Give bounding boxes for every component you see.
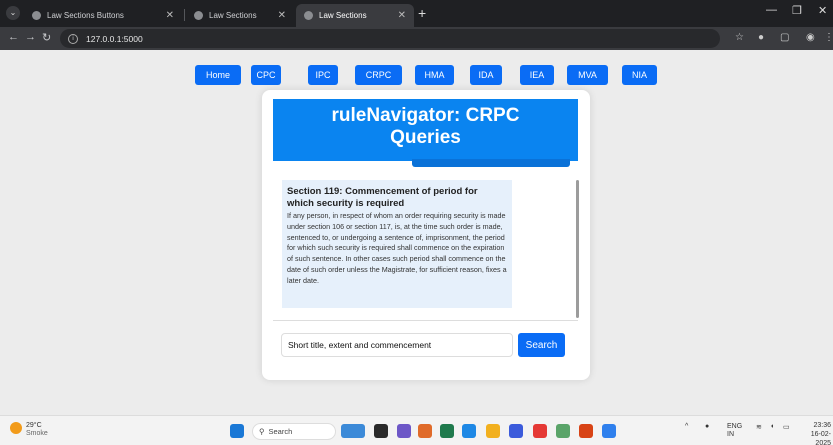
address-bar-row: ← → ↻ i 127.0.0.1:5000 ☆ ● ▢ ◉ ⋮ bbox=[0, 27, 833, 50]
bookmark-star-icon[interactable]: ☆ bbox=[735, 32, 744, 43]
windows-start-icon[interactable] bbox=[230, 424, 244, 438]
profile-icon[interactable]: ◉ bbox=[806, 32, 815, 43]
extension-icon[interactable]: ● bbox=[758, 32, 764, 43]
tab-title: Law Sections bbox=[319, 11, 367, 20]
close-tab-icon[interactable]: ✕ bbox=[398, 10, 406, 21]
weather-sun-icon bbox=[10, 422, 22, 434]
query-card: ruleNavigator: CRPC Queries Section 119:… bbox=[262, 90, 590, 380]
close-tab-icon[interactable]: ✕ bbox=[278, 10, 286, 21]
task-view-icon[interactable] bbox=[374, 424, 388, 438]
clock[interactable]: 23:36 16-02-2025 bbox=[798, 421, 831, 445]
file-explorer-icon[interactable] bbox=[486, 424, 500, 438]
tab-title: Law Sections Buttons bbox=[47, 11, 124, 20]
forward-icon[interactable]: → bbox=[25, 31, 36, 43]
browser-tab-bar: ⌄ Law Sections Buttons ✕ Law Sections ✕ … bbox=[0, 0, 833, 27]
weather-widget[interactable]: 29°C Smoke bbox=[10, 422, 48, 438]
back-icon[interactable]: ← bbox=[8, 31, 19, 43]
url-text: 127.0.0.1:5000 bbox=[86, 33, 143, 44]
divider bbox=[273, 320, 578, 321]
tab-separator bbox=[184, 9, 185, 21]
nav-ida-button[interactable]: IDA bbox=[470, 65, 502, 85]
weather-desc: Smoke bbox=[26, 430, 48, 437]
edge-icon[interactable] bbox=[462, 424, 476, 438]
nav-crpc-button[interactable]: CRPC bbox=[355, 65, 402, 85]
search-input-value: Short title, extent and commencement bbox=[288, 340, 432, 350]
teams-icon[interactable] bbox=[397, 424, 411, 438]
new-tab-icon[interactable]: + bbox=[418, 5, 426, 21]
browser-tab-2[interactable]: Law Sections ✕ bbox=[186, 4, 294, 27]
result-title: Section 119: Commencement of period for … bbox=[287, 186, 478, 209]
page-content: Home CPC IPC CRPC HMA IDA IEA MVA NIA ru… bbox=[0, 50, 833, 415]
taskbar-search-label: Search bbox=[268, 427, 293, 436]
clock-date: 16-02-2025 bbox=[810, 431, 831, 445]
maximize-icon[interactable]: ❐ bbox=[792, 4, 802, 17]
chrome-active-icon[interactable] bbox=[579, 424, 593, 438]
nav-cpc-button[interactable]: CPC bbox=[251, 65, 281, 85]
result-item: Section 119: Commencement of period for … bbox=[282, 180, 512, 308]
lang-text: ENG bbox=[727, 423, 743, 430]
widgets-icon[interactable] bbox=[341, 424, 365, 438]
browser-tab-3-active[interactable]: Law Sections ✕ bbox=[296, 4, 414, 27]
battery-icon[interactable]: ▭ bbox=[783, 423, 790, 431]
search-icon: ⚲ bbox=[259, 427, 265, 436]
tab-title: Law Sections bbox=[209, 11, 257, 20]
taskbar: 29°C Smoke ⚲ Search ^ ● ENG IN ≋ ◖ ▭ 23:… bbox=[0, 415, 833, 445]
minimize-icon[interactable]: — bbox=[766, 4, 777, 16]
app-icon[interactable] bbox=[418, 424, 432, 438]
vscode-icon[interactable] bbox=[602, 424, 616, 438]
results-scrollbar[interactable] bbox=[576, 180, 579, 318]
weather-temp: 29°C bbox=[26, 422, 42, 429]
url-bar[interactable]: i 127.0.0.1:5000 bbox=[60, 29, 720, 48]
taskbar-search[interactable]: ⚲ Search bbox=[252, 423, 336, 440]
search-button[interactable]: Search bbox=[518, 333, 565, 357]
favicon-icon bbox=[32, 11, 41, 20]
tray-chevron-icon[interactable]: ^ bbox=[685, 423, 688, 430]
app-icon[interactable] bbox=[440, 424, 454, 438]
favicon-icon bbox=[194, 11, 203, 20]
notepad-icon[interactable] bbox=[556, 424, 570, 438]
nav-ipc-button[interactable]: IPC bbox=[308, 65, 338, 85]
browser-tab-1[interactable]: Law Sections Buttons ✕ bbox=[24, 4, 182, 27]
favicon-icon bbox=[304, 11, 313, 20]
store-icon[interactable] bbox=[509, 424, 523, 438]
tab-search-icon[interactable]: ⌄ bbox=[6, 6, 20, 20]
law-nav: Home CPC IPC CRPC HMA IDA IEA MVA NIA bbox=[0, 65, 833, 85]
nav-iea-button[interactable]: IEA bbox=[520, 65, 554, 85]
close-tab-icon[interactable]: ✕ bbox=[166, 10, 174, 21]
close-window-icon[interactable]: ✕ bbox=[818, 4, 827, 17]
wifi-icon[interactable]: ≋ bbox=[756, 423, 762, 431]
language-indicator[interactable]: ENG IN bbox=[727, 423, 742, 439]
tray-app-icon[interactable]: ● bbox=[705, 423, 709, 430]
nav-hma-button[interactable]: HMA bbox=[415, 65, 454, 85]
nav-home-button[interactable]: Home bbox=[195, 65, 241, 85]
reload-icon[interactable]: ↻ bbox=[42, 31, 51, 44]
search-input[interactable]: Short title, extent and commencement bbox=[281, 333, 513, 357]
page-title: ruleNavigator: CRPC Queries bbox=[273, 99, 578, 161]
title-line-2: Queries bbox=[390, 127, 461, 148]
menu-icon[interactable]: ⋮ bbox=[824, 32, 833, 43]
downloads-icon[interactable]: ▢ bbox=[780, 32, 789, 43]
clock-time: 23:36 bbox=[813, 422, 831, 429]
volume-icon[interactable]: ◖ bbox=[770, 423, 774, 430]
nav-nia-button[interactable]: NIA bbox=[622, 65, 657, 85]
result-body: If any person, in respect of whom an ord… bbox=[287, 211, 507, 285]
title-line-1: ruleNavigator: CRPC bbox=[331, 105, 520, 126]
region-text: IN bbox=[727, 431, 734, 438]
nav-mva-button[interactable]: MVA bbox=[567, 65, 608, 85]
chrome-icon[interactable] bbox=[533, 424, 547, 438]
site-info-icon[interactable]: i bbox=[68, 33, 78, 44]
hero-accent-bar bbox=[412, 159, 570, 167]
